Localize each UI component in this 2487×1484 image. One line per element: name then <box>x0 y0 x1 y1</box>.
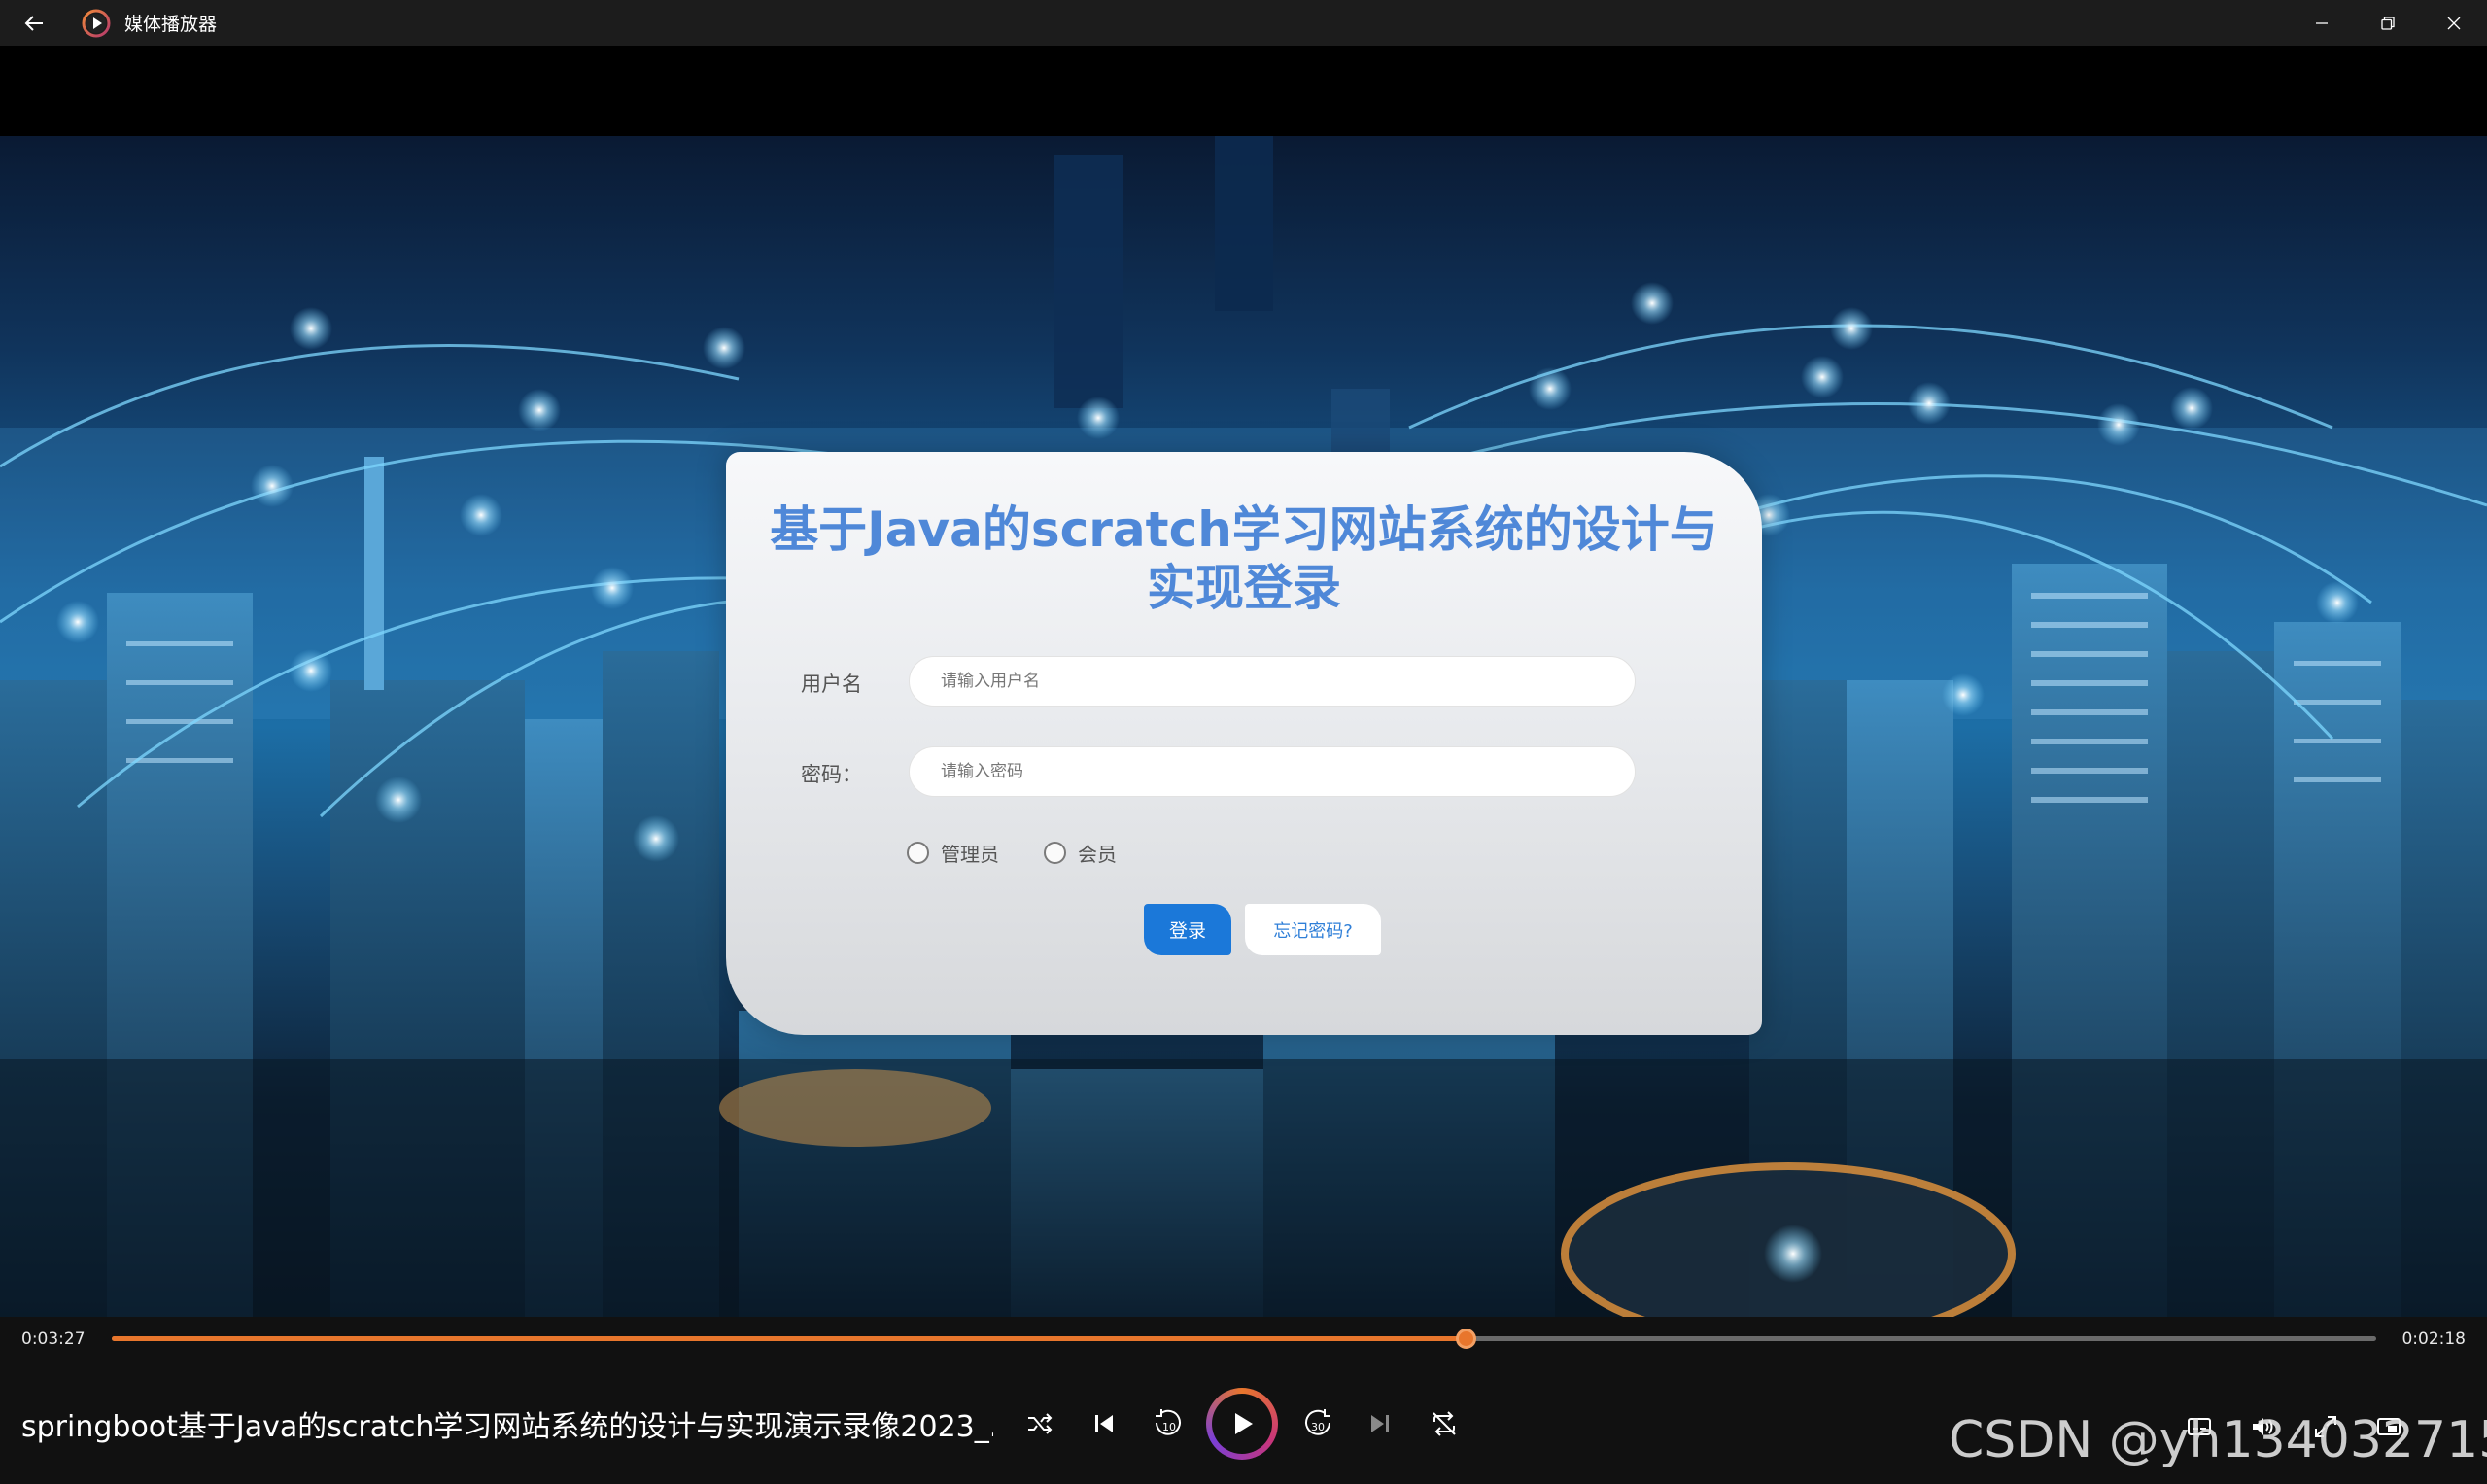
previous-button[interactable] <box>1085 1404 1123 1443</box>
media-title: springboot基于Java的scratch学习网站系统的设计与实现演示录像… <box>21 1410 993 1444</box>
back-arrow-icon <box>24 15 43 31</box>
video-frame: 基于Java的scratch学习网站系统的设计与实现登录 用户名 密码： 管理员… <box>0 136 2487 1317</box>
play-button[interactable] <box>1206 1388 1278 1460</box>
window-controls <box>2289 0 2487 46</box>
restore-button[interactable] <box>2355 0 2421 46</box>
shuffle-icon <box>1028 1413 1053 1434</box>
password-label: 密码： <box>801 763 862 786</box>
forgot-password-button[interactable]: 忘记密码? <box>1245 904 1381 955</box>
play-button-inner <box>1212 1394 1272 1454</box>
radio-member[interactable]: 会员 <box>1044 839 1117 867</box>
window-title: 媒体播放器 <box>124 14 218 35</box>
repeat-off-icon <box>1433 1411 1456 1436</box>
elapsed-time: 0:03:27 <box>21 1329 86 1349</box>
username-input[interactable] <box>909 656 1636 707</box>
radio-button[interactable] <box>1044 842 1066 864</box>
title-bar: 媒体播放器 <box>0 0 2487 46</box>
forward-30-button[interactable]: 30 <box>1296 1402 1339 1445</box>
shuffle-button[interactable] <box>1020 1404 1059 1443</box>
remaining-time: 0:02:18 <box>2401 1329 2466 1349</box>
svg-text:30: 30 <box>1311 1421 1325 1433</box>
repeat-button[interactable] <box>1425 1404 1464 1443</box>
media-player-window: 媒体播放器 基于Java的scratch学习网站系统的设计与实现登录 用户名 请… <box>0 0 2487 1484</box>
svg-text:10: 10 <box>1162 1421 1176 1433</box>
close-icon <box>2447 17 2461 29</box>
seek-bar-played <box>112 1336 1467 1341</box>
previous-icon <box>1095 1415 1113 1432</box>
play-icon <box>1235 1413 1253 1434</box>
rewind-10-icon: 10 <box>1156 1409 1181 1435</box>
next-button[interactable] <box>1361 1404 1399 1443</box>
login-title: 基于Java的scratch学习网站系统的设计与实现登录 <box>770 501 1718 616</box>
radio-member-label: 会员 <box>1078 843 1117 866</box>
password-input[interactable] <box>909 746 1636 797</box>
minimize-button[interactable] <box>2289 0 2355 46</box>
radio-admin[interactable]: 管理员 <box>907 839 999 867</box>
restore-icon <box>2381 16 2395 30</box>
username-label: 用户名 <box>801 673 862 696</box>
next-icon <box>1371 1415 1389 1432</box>
login-button[interactable]: 登录 <box>1144 904 1231 955</box>
radio-button[interactable] <box>907 842 929 864</box>
forward-30-icon: 30 <box>1305 1409 1330 1435</box>
rewind-10-button[interactable]: 10 <box>1147 1402 1190 1445</box>
back-button[interactable] <box>0 0 68 46</box>
close-button[interactable] <box>2421 0 2487 46</box>
login-card: 基于Java的scratch学习网站系统的设计与实现登录 用户名 密码： 管理员… <box>726 452 1762 1035</box>
csdn-watermark: CSDN @yh1340327157 <box>1949 1411 2487 1469</box>
radio-admin-label: 管理员 <box>941 843 999 866</box>
minimize-icon <box>2316 21 2328 24</box>
media-player-icon <box>82 9 111 37</box>
seek-bar[interactable] <box>112 1329 2376 1349</box>
